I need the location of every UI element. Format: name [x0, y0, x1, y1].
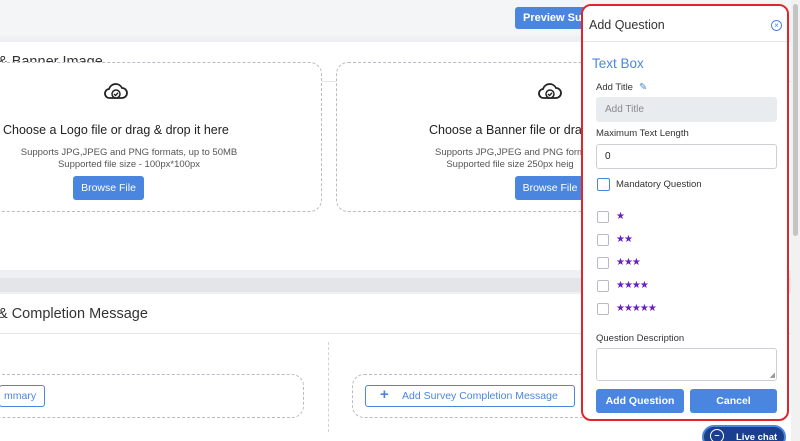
- close-icon[interactable]: ×: [771, 20, 782, 31]
- rating-3-checkbox[interactable]: [597, 257, 609, 269]
- banner-dropzone-formats: Supports JPG,JPEG and PNG form Supported…: [435, 147, 585, 170]
- logo-dropzone-formats: Supports JPG,JPEG and PNG formats, up to…: [20, 147, 238, 170]
- panel-header: Add Question ×: [583, 6, 787, 42]
- description-label: Question Description: [596, 333, 685, 344]
- scrollbar-thumb[interactable]: [793, 4, 798, 236]
- rating-2-stars: ★★: [616, 234, 633, 245]
- resize-handle-icon[interactable]: ◢: [770, 371, 775, 379]
- banner-dropzone-title: Choose a Banner file or drag: [429, 123, 589, 137]
- completion-dropzone: + Add Survey Completion Message: [352, 374, 592, 418]
- title-input[interactable]: Add Title: [596, 97, 777, 122]
- panel-title: Add Question: [589, 18, 665, 32]
- max-length-input[interactable]: 0: [596, 144, 777, 169]
- add-question-button[interactable]: Add Question: [596, 389, 684, 413]
- cancel-button[interactable]: Cancel: [690, 389, 777, 413]
- mandatory-label: Mandatory Question: [616, 179, 702, 190]
- add-title-label: Add Title ✎: [596, 82, 647, 93]
- add-completion-message-label: Add Survey Completion Message: [402, 390, 558, 402]
- rating-3-stars: ★★★: [616, 257, 641, 268]
- add-summary-button[interactable]: mmary: [0, 385, 45, 407]
- question-type-title: Text Box: [592, 56, 644, 71]
- mandatory-checkbox[interactable]: [597, 178, 610, 191]
- logo-dropzone-title: Choose a Logo file or drag & drop it her…: [3, 123, 229, 137]
- rating-5-stars: ★★★★★: [616, 303, 657, 314]
- add-completion-message-button[interactable]: + Add Survey Completion Message: [365, 385, 575, 407]
- summary-dropzone: mmary: [0, 374, 304, 418]
- rating-1-checkbox[interactable]: [597, 211, 609, 223]
- rating-4-stars: ★★★★: [616, 280, 649, 291]
- add-title-text: Add Title: [596, 82, 633, 93]
- rating-4-checkbox[interactable]: [597, 280, 609, 292]
- chat-icon: –: [710, 429, 724, 441]
- cloud-upload-icon: [104, 83, 128, 99]
- column-divider: [328, 342, 329, 432]
- add-question-panel: Add Question × Text Box Add Title ✎ Add T…: [581, 4, 789, 421]
- plus-icon: +: [380, 386, 389, 403]
- browse-banner-button[interactable]: Browse File: [515, 176, 585, 200]
- section-title: & Completion Message: [0, 306, 148, 322]
- cloud-upload-icon: [538, 83, 562, 99]
- live-chat-button[interactable]: – Live chat: [702, 425, 786, 441]
- description-textarea[interactable]: ◢: [596, 348, 777, 381]
- pencil-icon[interactable]: ✎: [639, 82, 647, 93]
- logo-dropzone[interactable]: Choose a Logo file or drag & drop it her…: [0, 62, 322, 212]
- browse-logo-button[interactable]: Browse File: [73, 176, 144, 200]
- max-length-label: Maximum Text Length: [596, 128, 689, 139]
- rating-2-checkbox[interactable]: [597, 234, 609, 246]
- live-chat-label: Live chat: [736, 432, 778, 441]
- rating-1-stars: ★: [616, 211, 625, 222]
- rating-5-checkbox[interactable]: [597, 303, 609, 315]
